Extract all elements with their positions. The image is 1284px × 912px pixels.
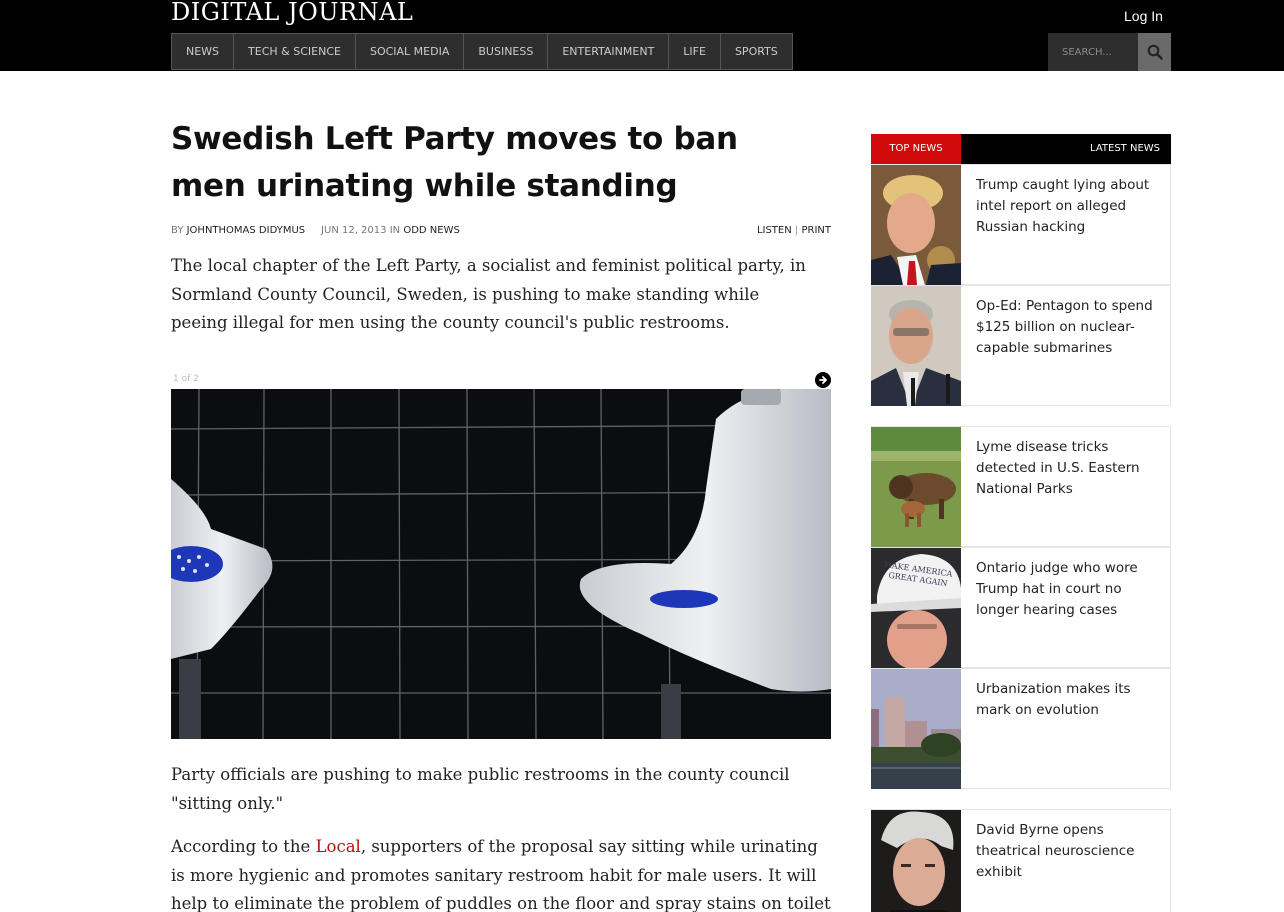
category-link[interactable]: ODD NEWS	[403, 225, 459, 236]
news-item[interactable]: Trump caught lying about intel report on…	[871, 164, 1171, 285]
article-date: JUN 12, 2013	[321, 225, 387, 236]
byline-by: BY	[171, 225, 184, 236]
nav-item-entertainment[interactable]: ENTERTAINMENT	[548, 34, 670, 69]
urinals-photo-image	[171, 389, 831, 739]
news-thumbnail	[871, 669, 961, 789]
trump-portrait-image	[871, 165, 961, 285]
news-headline[interactable]: Trump caught lying about intel report on…	[976, 175, 1168, 238]
article-photo[interactable]	[171, 389, 831, 739]
nav-item-news[interactable]: NEWS	[172, 34, 235, 69]
trump-hat-image: MAKE AMERICA GREAT AGAIN	[871, 548, 961, 668]
listen-link[interactable]: LISTEN	[757, 225, 792, 236]
print-link[interactable]: PRINT	[801, 225, 831, 236]
news-item[interactable]: Urbanization makes its mark on evolution	[871, 668, 1171, 789]
article-tools: LISTEN | PRINT	[757, 225, 831, 236]
nav-item-social-media[interactable]: SOCIAL MEDIA	[356, 34, 465, 69]
gallery-next-button[interactable]	[815, 372, 831, 388]
search-icon	[1147, 44, 1163, 60]
news-thumbnail	[871, 810, 961, 912]
article-lead: The local chapter of the Left Party, a s…	[171, 256, 806, 332]
article-title: Swedish Left Party moves to ban men urin…	[171, 121, 738, 204]
news-headline[interactable]: Ontario judge who wore Trump hat in cour…	[976, 558, 1168, 621]
byline-in: IN	[389, 225, 401, 236]
news-headline[interactable]: David Byrne opens theatrical neuroscienc…	[976, 820, 1168, 883]
tab-latest-news[interactable]: LATEST NEWS	[1090, 134, 1160, 164]
news-headline[interactable]: Op-Ed: Pentagon to spend $125 billion on…	[976, 296, 1168, 359]
article-byline: BY JOHNTHOMAS DIDYMUS JUN 12, 2013 IN OD…	[171, 225, 831, 236]
search-input[interactable]	[1048, 33, 1138, 71]
news-headline[interactable]: Lyme disease tricks detected in U.S. Eas…	[976, 437, 1168, 500]
news-item[interactable]: David Byrne opens theatrical neuroscienc…	[871, 809, 1171, 912]
nav-item-tech-science[interactable]: TECH & SCIENCE	[234, 34, 356, 69]
main-nav: NEWS TECH & SCIENCE SOCIAL MEDIA BUSINES…	[171, 33, 793, 70]
site-logo[interactable]: DIGITAL JOURNAL	[171, 0, 413, 28]
news-tabs: TOP NEWS LATEST NEWS	[871, 134, 1171, 164]
bison-field-image	[871, 427, 961, 547]
author-link[interactable]: JOHNTHOMAS DIDYMUS	[187, 225, 306, 236]
news-headline[interactable]: Urbanization makes its mark on evolution	[976, 679, 1168, 721]
nav-item-business[interactable]: BUSINESS	[464, 34, 549, 69]
city-skyline-image	[871, 669, 961, 789]
gallery-counter: 1 of 2	[173, 374, 199, 384]
nav-item-sports[interactable]: SPORTS	[721, 34, 792, 69]
news-thumbnail: MAKE AMERICA GREAT AGAIN	[871, 548, 961, 668]
news-item[interactable]: Op-Ed: Pentagon to spend $125 billion on…	[871, 285, 1171, 406]
article-paragraph-2: Party officials are pushing to make publ…	[171, 765, 790, 813]
paragraph-3-text-start: According to the	[171, 837, 316, 856]
tools-divider: |	[794, 225, 799, 236]
nav-item-life[interactable]: LIFE	[669, 34, 721, 69]
news-thumbnail	[871, 427, 961, 547]
search-button[interactable]	[1138, 33, 1171, 71]
news-thumbnail	[871, 286, 961, 406]
site-header: DIGITAL JOURNAL Log In NEWS TECH & SCIEN…	[0, 0, 1284, 71]
david-byrne-portrait-image	[871, 810, 961, 912]
news-thumbnail	[871, 165, 961, 285]
news-item[interactable]: MAKE AMERICA GREAT AGAIN Ontario judge w…	[871, 547, 1171, 668]
news-item[interactable]: Lyme disease tricks detected in U.S. Eas…	[871, 426, 1171, 547]
tab-top-news[interactable]: TOP NEWS	[871, 134, 961, 164]
article-paragraph-3: According to the Local, supporters of th…	[171, 833, 836, 912]
arrow-right-icon	[819, 376, 827, 384]
login-link[interactable]: Log In	[1124, 8, 1163, 24]
local-link[interactable]: Local	[316, 837, 361, 856]
official-portrait-image	[871, 286, 961, 406]
